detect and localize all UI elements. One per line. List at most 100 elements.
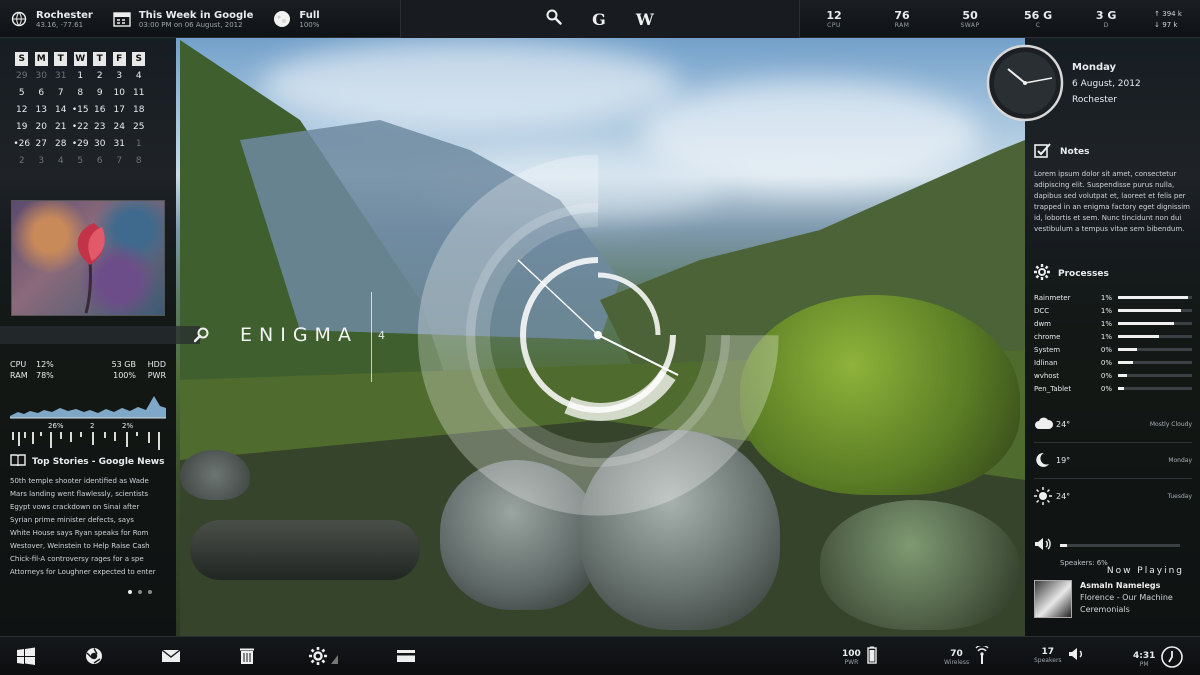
calendar-day[interactable]: 23 <box>90 120 110 134</box>
calendar-day[interactable]: 1 <box>71 69 91 83</box>
trash-icon[interactable] <box>237 646 257 666</box>
speaker-icon[interactable] <box>1034 536 1052 555</box>
calendar-day[interactable]: 7 <box>110 154 130 168</box>
pager-dot[interactable] <box>138 590 142 594</box>
news-pager[interactable] <box>128 590 152 594</box>
wikipedia-button[interactable]: W <box>636 10 654 29</box>
news-header[interactable]: Top Stories - Google News <box>10 454 166 469</box>
calendar-day[interactable]: 27 <box>32 137 52 151</box>
weather-temp: 24° <box>1056 492 1071 501</box>
settings-gear-icon[interactable] <box>308 646 340 666</box>
calendar-day[interactable]: 25 <box>129 120 149 134</box>
globe-icon <box>10 10 28 28</box>
calendar-day[interactable]: 3 <box>110 69 130 83</box>
news-item[interactable]: Westover, Weinstein to Help Raise Cash <box>10 542 166 555</box>
search-strip[interactable] <box>0 326 200 344</box>
process-usage-bar <box>1118 361 1192 364</box>
notes-text[interactable]: Lorem ipsum dolor sit amet, consectetur … <box>1034 169 1190 235</box>
drive-d-stat[interactable]: 3 GD <box>1086 9 1126 29</box>
calendar-day[interactable]: •15 <box>71 103 91 117</box>
hdd-label: HDD <box>147 360 166 369</box>
calendar-day[interactable]: 16 <box>90 103 110 117</box>
calendar-day[interactable]: 5 <box>12 86 32 100</box>
calendar-day[interactable]: 8 <box>129 154 149 168</box>
calendar-day[interactable]: 29 <box>12 69 32 83</box>
windows-start-icon[interactable] <box>16 646 36 666</box>
drive-c-stat[interactable]: 56 GC <box>1018 9 1058 29</box>
calendar-day-header: F <box>112 52 126 66</box>
location-widget[interactable]: Rochester 43.16, -77.61 <box>0 0 103 38</box>
search-icon[interactable] <box>546 9 562 29</box>
calendar-day[interactable]: •29 <box>71 137 91 151</box>
analog-clock[interactable] <box>986 44 1064 122</box>
calendar-day[interactable]: 4 <box>129 69 149 83</box>
news-item[interactable]: Chick-fil-A controversy rages for a spe <box>10 555 166 568</box>
calendar-day[interactable]: 8 <box>71 86 91 100</box>
speakers-stat: 17 Speakers <box>1034 646 1086 665</box>
cloud-icon <box>1034 416 1056 432</box>
news-item[interactable]: 50th temple shooter identified as Wade <box>10 477 166 490</box>
now-playing-widget[interactable]: Now Playing Asmaln Namelegs Florence - O… <box>1034 566 1192 618</box>
process-percent: 1% <box>1100 319 1112 328</box>
volume-slider[interactable] <box>1060 544 1180 547</box>
mail-icon[interactable] <box>161 646 181 666</box>
chrome-icon[interactable] <box>84 646 104 666</box>
news-item[interactable]: White House says Ryan speaks for Rom <box>10 529 166 542</box>
notes-widget[interactable]: Notes Lorem ipsum dolor sit amet, consec… <box>1034 142 1192 235</box>
album-art[interactable] <box>1034 580 1072 618</box>
calendar-day[interactable]: 19 <box>12 120 32 134</box>
calendar-day[interactable]: 18 <box>129 103 149 117</box>
calendar-day[interactable]: 6 <box>90 154 110 168</box>
calendar-day[interactable]: 13 <box>32 103 52 117</box>
calendar-day[interactable]: 1 <box>129 137 149 151</box>
photo-frame[interactable] <box>11 200 165 316</box>
calendar-day[interactable]: 17 <box>110 103 130 117</box>
google-button[interactable]: G <box>592 10 606 29</box>
calendar-day[interactable]: 4 <box>51 154 71 168</box>
calendar-day[interactable]: 14 <box>51 103 71 117</box>
calendar-day[interactable]: 7 <box>51 86 71 100</box>
calendar-day[interactable]: 31 <box>51 69 71 83</box>
news-item[interactable]: Attorneys for Loughner expected to enter <box>10 568 166 581</box>
process-row: chrome 1% <box>1034 330 1192 343</box>
calendar-day[interactable]: 30 <box>90 137 110 151</box>
download-speed: ↓ 97 k <box>1154 20 1178 29</box>
speaker-icon[interactable] <box>1068 646 1086 665</box>
calendar-day[interactable]: •22 <box>71 120 91 134</box>
calendar-day[interactable]: 5 <box>71 154 91 168</box>
calendar-day[interactable]: 24 <box>110 120 130 134</box>
calendar-day[interactable]: 11 <box>129 86 149 100</box>
brand-title: ENIGMA <box>240 324 358 346</box>
calendar-day[interactable]: 12 <box>12 103 32 117</box>
cpu-label: CPU <box>10 360 27 369</box>
calendar-day[interactable]: 28 <box>51 137 71 151</box>
calendar-day[interactable]: •26 <box>12 137 32 151</box>
calendar-day[interactable]: 20 <box>32 120 52 134</box>
moon-icon <box>1034 452 1056 470</box>
process-list: Rainmeter 1% DCC 1% dwm 1% chrome 1% System 0% Idl… <box>1034 291 1192 395</box>
news-item[interactable]: Mars landing went flawlessly, scientists <box>10 490 166 503</box>
weather-widget[interactable]: 24° Mostly Cloudy 19° Monday 24° Tuesday <box>1034 406 1192 514</box>
calendar-day[interactable]: 30 <box>32 69 52 83</box>
calendar-widget: S M T W T F S 29 30 31 1 2 3 4 5 6 7 8 9 10 11 12 13 14 •15 16 17 1… <box>0 38 176 174</box>
calendar-day[interactable]: 2 <box>90 69 110 83</box>
news-item[interactable]: Syrian prime minister defects, says <box>10 516 166 529</box>
process-percent: 0% <box>1100 384 1112 393</box>
calendar-day[interactable]: 2 <box>12 154 32 168</box>
calendar-day[interactable]: 10 <box>110 86 130 100</box>
search-icon[interactable] <box>193 327 210 347</box>
clock-icon[interactable] <box>1161 646 1184 672</box>
calendar-day[interactable]: 6 <box>32 86 52 100</box>
calendar-event-widget[interactable]: This Week in Google 03:00 PM on 06 Augus… <box>103 0 264 38</box>
card-icon[interactable] <box>396 646 416 666</box>
calendar-day[interactable]: 31 <box>110 137 130 151</box>
calendar-day[interactable]: 3 <box>32 154 52 168</box>
pager-dot[interactable] <box>128 590 132 594</box>
calendar-day[interactable]: 9 <box>90 86 110 100</box>
moon-phase-widget[interactable]: Full 100% <box>263 0 329 38</box>
calendar-day[interactable]: 21 <box>51 120 71 134</box>
process-usage-bar <box>1118 374 1192 377</box>
wireless-stat: 70 Wireless <box>944 644 989 668</box>
news-item[interactable]: Egypt vows crackdown on Sinai after <box>10 503 166 516</box>
pager-dot[interactable] <box>148 590 152 594</box>
